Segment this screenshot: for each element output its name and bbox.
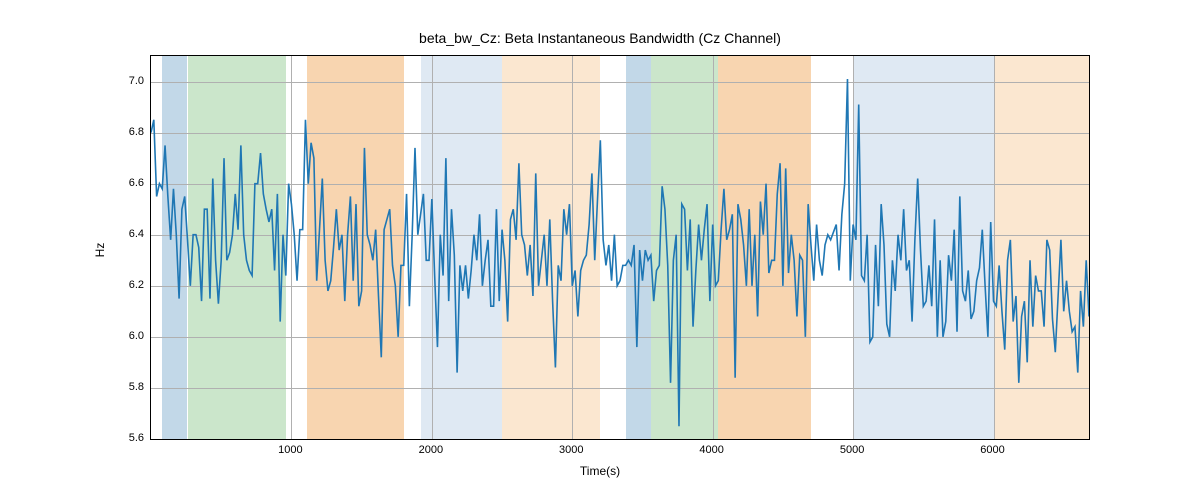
y-tick-label: 6.0 [104,330,150,342]
y-tick-label: 5.8 [104,381,150,393]
chart-title: beta_bw_Cz: Beta Instantaneous Bandwidth… [0,30,1200,46]
x-axis-label: Time(s) [0,464,1200,478]
y-tick-label: 6.6 [104,177,150,189]
x-tick-label: 5000 [840,440,864,456]
y-axis-label: Hz [93,243,107,258]
y-tick-label: 6.2 [104,279,150,291]
y-tick-label: 7.0 [104,75,150,87]
data-line [151,56,1089,439]
x-tick-label: 6000 [980,440,1004,456]
plot-area [150,55,1090,440]
x-tick-label: 3000 [559,440,583,456]
x-tick-label: 4000 [699,440,723,456]
x-tick-label: 2000 [419,440,443,456]
y-tick-label: 6.4 [104,228,150,240]
y-tick-label: 6.8 [104,126,150,138]
chart-container: 5.65.86.06.26.46.66.87.01000200030004000… [150,55,1090,440]
x-tick-label: 1000 [278,440,302,456]
y-tick-label: 5.6 [104,432,150,444]
